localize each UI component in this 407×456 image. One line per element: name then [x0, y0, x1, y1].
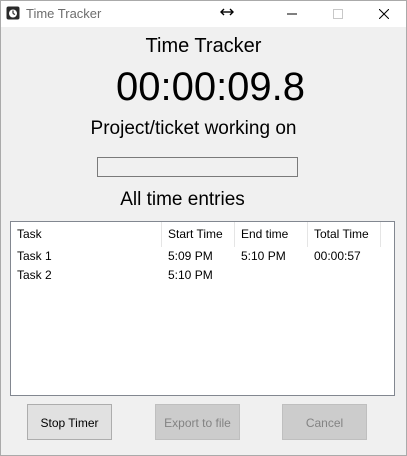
title-bar[interactable]: Time Tracker — [1, 1, 406, 27]
page-title: Time Tracker — [145, 35, 262, 57]
column-header-task[interactable]: Task — [11, 222, 162, 247]
stopwatch-icon — [6, 6, 20, 20]
app-window: Time Tracker Time Tracker 00:00:09.8 Pro… — [0, 0, 407, 456]
list-header: Task Start Time End time Total Time — [11, 222, 394, 247]
cell-end-time — [235, 266, 308, 285]
export-to-file-button[interactable]: Export to file — [155, 404, 240, 440]
cell-end-time: 5:10 PM — [241, 249, 286, 263]
timer-display: 00:00:09.8 — [115, 65, 306, 109]
column-header-start-time[interactable]: Start Time — [162, 222, 235, 247]
time-entries-list[interactable]: Task Start Time End time Total Time Task… — [10, 221, 395, 396]
cell-total-time: 00:00:57 — [314, 249, 361, 263]
column-header-total-time[interactable]: Total Time — [308, 222, 381, 247]
table-row[interactable]: Task 1 5:09 PM 5:10 PM 00:00:57 — [11, 247, 394, 266]
close-button[interactable] — [361, 1, 407, 27]
cell-start-time: 5:09 PM — [168, 249, 213, 263]
close-icon — [379, 9, 389, 19]
maximize-button[interactable] — [315, 1, 361, 27]
cell-total-time — [308, 266, 381, 285]
cell-task: Task 2 — [17, 268, 52, 282]
table-row[interactable]: Task 2 5:10 PM — [11, 266, 394, 285]
minimize-button[interactable] — [269, 1, 315, 27]
cell-task: Task 1 — [17, 249, 52, 263]
window-title: Time Tracker — [26, 6, 102, 21]
column-header-end-time[interactable]: End time — [235, 222, 308, 247]
entries-label: All time entries — [120, 189, 245, 210]
project-label: Project/ticket working on — [90, 118, 297, 139]
resize-horizontal-icon — [220, 8, 234, 16]
maximize-icon — [333, 9, 343, 19]
cancel-button[interactable]: Cancel — [282, 404, 367, 440]
cell-start-time: 5:10 PM — [168, 268, 213, 282]
minimize-icon — [287, 13, 297, 15]
project-input[interactable] — [97, 157, 298, 177]
stop-timer-button[interactable]: Stop Timer — [27, 404, 112, 440]
